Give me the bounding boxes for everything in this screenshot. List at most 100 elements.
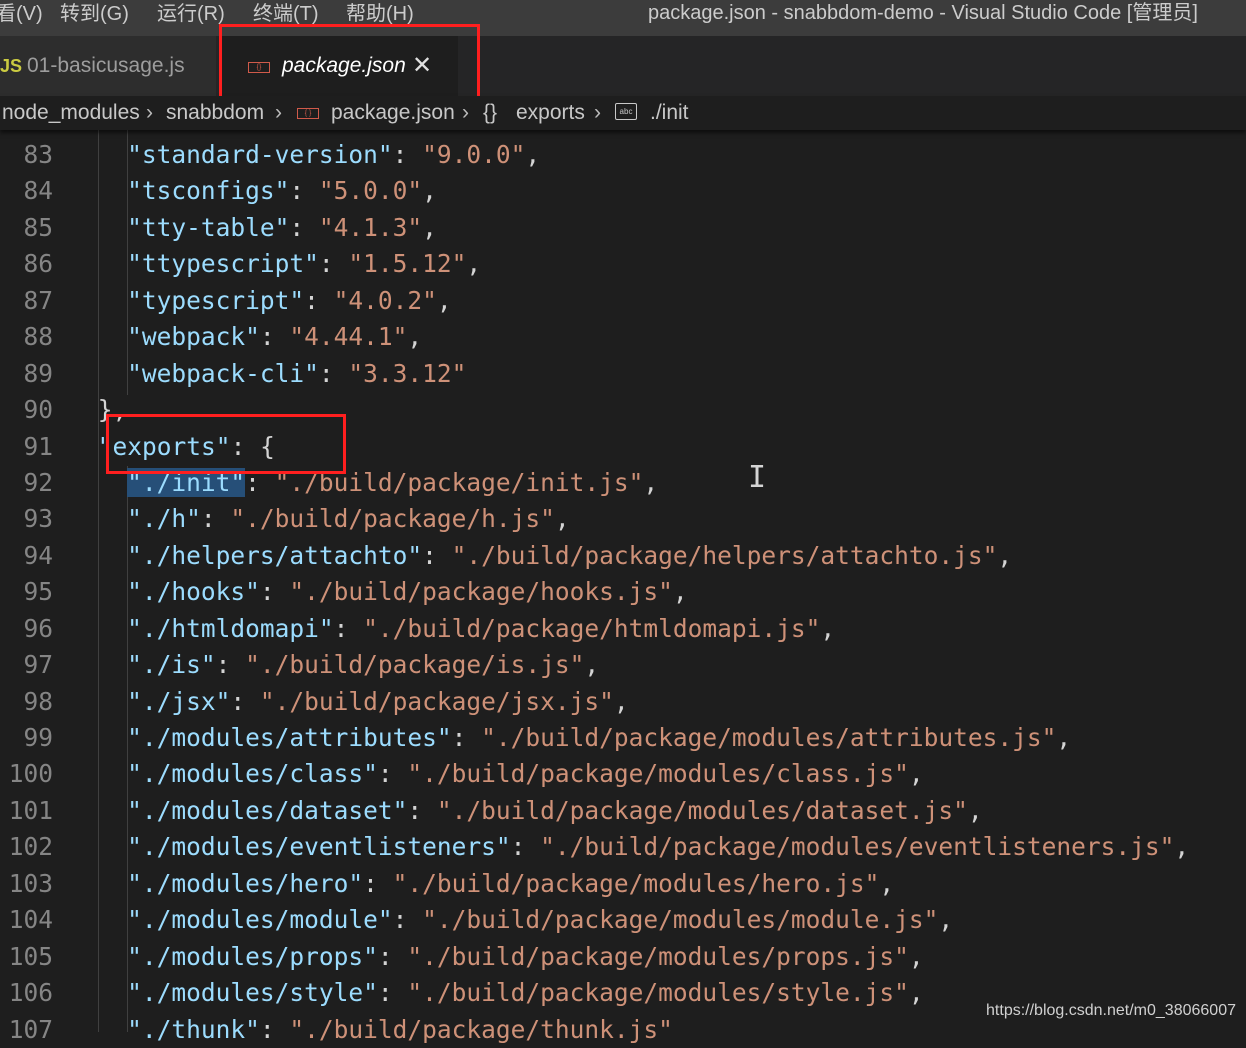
json-key: "./helpers/attachto" [127, 540, 423, 570]
code-line[interactable]: 100 "./modules/class": "./build/package/m… [0, 756, 1246, 792]
code-line[interactable]: 88 "webpack": "4.44.1", [0, 319, 1246, 355]
breadcrumb-exports[interactable]: exports [516, 96, 585, 130]
json-string-value: "./build/package/h.js" [230, 504, 555, 534]
code-line[interactable]: 104 "./modules/module": "./build/package/… [0, 902, 1246, 938]
punctuation: : [230, 686, 260, 716]
code-line[interactable]: 97 "./is": "./build/package/is.js", [0, 647, 1246, 683]
punctuation: , [908, 978, 924, 1008]
json-string-value: "4.0.2" [333, 285, 437, 315]
punctuation: : [259, 322, 290, 352]
json-string-value: "./build/package/modules/attributes.js" [481, 723, 1057, 752]
json-key: "webpack-cli" [127, 358, 319, 388]
line-number: 98 [23, 686, 53, 716]
code-text: "./hooks": "./build/package/hooks.js", [127, 574, 688, 610]
window-title: package.json - snabbdom-demo - Visual St… [648, 2, 1198, 24]
punctuation: : [318, 358, 349, 388]
code-line[interactable]: 99 "./modules/attributes": "./build/packa… [0, 720, 1246, 756]
code-text: "webpack": "4.44.1", [127, 319, 422, 355]
json-string-value: "./build/package/helpers/attachto.js" [451, 540, 998, 570]
json-string-value: "./build/package/thunk.js" [289, 1014, 673, 1044]
code-text: "ttypescript": "1.5.12", [127, 246, 481, 282]
breadcrumb-node-modules[interactable]: node_modules [2, 96, 140, 130]
code-line[interactable]: 83 "standard-version": "9.0.0", [0, 137, 1246, 173]
punctuation: , [422, 212, 437, 242]
punctuation: , [613, 686, 629, 716]
punctuation: , [466, 249, 482, 279]
line-number: 87 [23, 285, 53, 315]
json-key: "./modules/class" [127, 759, 378, 789]
punctuation: : [377, 759, 408, 789]
code-text: "./modules/attributes": "./build/package… [127, 720, 1071, 756]
code-text: "standard-version": "9.0.0", [127, 137, 540, 173]
code-text: "./modules/class": "./build/package/modu… [127, 756, 924, 792]
text-cursor-icon: I [748, 460, 767, 495]
line-number: 89 [23, 358, 53, 388]
punctuation: : [407, 795, 437, 825]
code-line[interactable]: 94 "./helpers/attachto": "./build/package… [0, 538, 1246, 574]
json-key: "tsconfigs" [127, 176, 290, 206]
code-line[interactable]: 85 "tty-table": "4.1.3", [0, 210, 1246, 246]
json-key: "./h" [127, 504, 201, 534]
punctuation: , [820, 613, 836, 643]
code-line[interactable]: 87 "typescript": "4.0.2", [0, 283, 1246, 319]
code-text: "./helpers/attachto": "./build/package/h… [127, 538, 1012, 574]
editor-code[interactable]: 83 "standard-version": "9.0.0", 84 "tsconfi… [0, 137, 1246, 1048]
json-string-value: "./build/package/htmldomapi.js" [363, 613, 821, 643]
punctuation: , [672, 577, 688, 607]
json-key: "./modules/hero" [127, 868, 364, 898]
json-string-value: "4.1.3" [318, 212, 423, 242]
json-string-value: "./build/package/modules/props.js" [407, 941, 909, 971]
chevron-right-icon: › [462, 101, 469, 124]
json-key: "typescript" [127, 285, 305, 315]
punctuation: , [938, 905, 954, 935]
punctuation: , [1174, 832, 1190, 862]
menu-view[interactable]: 看(V) [0, 0, 43, 36]
json-key: "./modules/dataset" [127, 795, 408, 825]
json-key: "./modules/eventlisteners" [127, 832, 511, 862]
punctuation: , [879, 868, 895, 898]
line-number: 91 [23, 431, 53, 461]
breadcrumb-snabbdom[interactable]: snabbdom [166, 96, 264, 130]
code-line[interactable]: 95 "./hooks": "./build/package/hooks.js", [0, 574, 1246, 610]
code-text: "./h": "./build/package/h.js", [127, 501, 570, 537]
json-key: "webpack" [127, 322, 260, 352]
code-text: "typescript": "4.0.2", [127, 283, 452, 319]
tab-basicusage[interactable]: JS 01-basicusage.js [0, 36, 216, 96]
code-line[interactable]: 103 "./modules/hero": "./build/package/mo… [0, 866, 1246, 902]
code-text: "./modules/module": "./build/package/mod… [127, 902, 953, 938]
code-line[interactable]: 105 "./modules/props": "./build/package/m… [0, 939, 1246, 975]
line-number: 90 [23, 395, 53, 425]
code-line[interactable]: 93 "./h": "./build/package/h.js", [0, 501, 1246, 537]
json-string-value: "5.0.0" [318, 176, 423, 206]
menu-run[interactable]: 运行(R) [157, 0, 225, 36]
line-number: 107 [8, 1014, 53, 1044]
chevron-right-icon: › [594, 101, 601, 124]
code-line[interactable]: 98 "./jsx": "./build/package/jsx.js", [0, 684, 1246, 720]
code-text: "./modules/hero": "./build/package/modul… [127, 866, 894, 902]
breadcrumb-init[interactable]: ./init [650, 96, 689, 130]
json-string-value: "./build/package/modules/module.js" [422, 905, 939, 935]
punctuation: : [377, 978, 408, 1008]
breadcrumb-package-json[interactable]: package.json [331, 96, 455, 130]
code-line[interactable]: 101 "./modules/dataset": "./build/package… [0, 793, 1246, 829]
punctuation: : [289, 176, 319, 206]
menu-go[interactable]: 转到(G) [60, 0, 129, 36]
line-number: 93 [23, 504, 53, 534]
line-number: 83 [23, 140, 53, 169]
json-string-value: "3.3.12" [348, 358, 467, 388]
line-number: 96 [23, 613, 53, 643]
json-string-value: "./build/package/modules/hero.js" [392, 868, 880, 898]
braces-icon: {} [483, 101, 498, 124]
code-line[interactable]: 96 "./htmldomapi": "./build/package/htmld… [0, 611, 1246, 647]
code-line[interactable]: 102 "./modules/eventlisteners": "./build/… [0, 829, 1246, 865]
code-line[interactable]: 89 "webpack-cli": "3.3.12" [0, 356, 1246, 392]
line-number: 88 [23, 322, 53, 352]
code-text: "./modules/style": "./build/package/modu… [127, 975, 924, 1011]
code-text: "tty-table": "4.1.3", [127, 210, 437, 246]
punctuation: : [363, 868, 393, 898]
code-text: "./modules/eventlisteners": "./build/pac… [127, 829, 1189, 865]
line-number: 105 [8, 941, 53, 971]
code-line[interactable]: 86 "ttypescript": "1.5.12", [0, 246, 1246, 282]
code-line[interactable]: 84 "tsconfigs": "5.0.0", [0, 173, 1246, 209]
javascript-file-icon: JS [0, 56, 23, 76]
